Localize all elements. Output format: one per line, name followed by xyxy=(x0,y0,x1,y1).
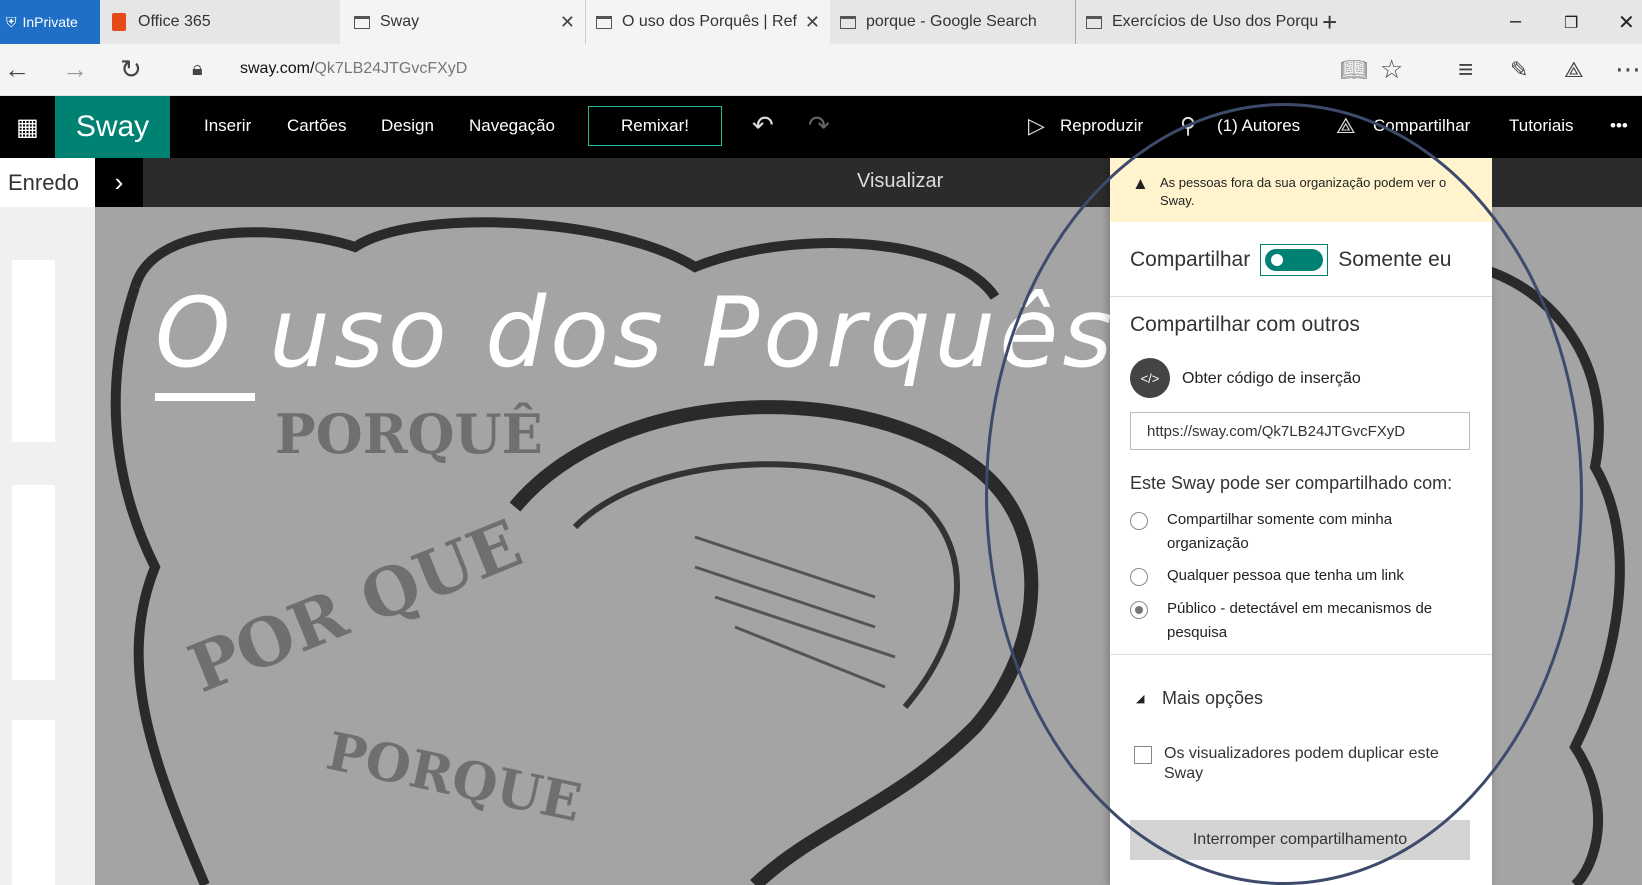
divider xyxy=(1110,654,1492,655)
radio-organization-label[interactable]: Compartilhar somente com minha organizaç… xyxy=(1167,508,1457,556)
page-icon xyxy=(1086,15,1102,29)
title-underline xyxy=(155,393,255,401)
favorite-star-icon[interactable]: ☆ xyxy=(1380,54,1403,85)
menu-cartoes[interactable]: Cartões xyxy=(287,116,347,136)
embed-code-link[interactable]: Obter código de inserção xyxy=(1182,370,1361,388)
sway-title[interactable]: O uso dos Porquês xyxy=(155,277,1116,389)
stop-sharing-button[interactable]: Interromper compartilhamento xyxy=(1130,820,1470,860)
preview-label: Visualizar xyxy=(857,170,944,192)
radio-public[interactable] xyxy=(1130,601,1148,619)
tutorials-button[interactable]: Tutoriais xyxy=(1509,116,1574,136)
radio-organization[interactable] xyxy=(1130,512,1148,530)
sway-brand[interactable]: Sway xyxy=(55,96,170,158)
external-share-warning: ▲ As pessoas fora da sua organização pod… xyxy=(1110,158,1492,222)
restore-icon[interactable]: ❐ xyxy=(1564,13,1578,33)
divider xyxy=(1110,296,1492,297)
browser-tab-bar: ⛨ InPrivate Office 365 Sway ✕ O uso dos … xyxy=(0,0,1642,44)
inprivate-icon: ⛨ xyxy=(6,13,17,30)
more-options-toggle[interactable]: Mais opções xyxy=(1162,688,1263,709)
menu-design[interactable]: Design xyxy=(381,116,434,136)
back-icon[interactable]: ← xyxy=(4,54,30,85)
close-tab-icon[interactable]: ✕ xyxy=(804,12,820,33)
hub-icon[interactable]: ≡ xyxy=(1458,54,1473,85)
share-label: Compartilhar xyxy=(1130,248,1251,271)
word-porque-acento: PORQUÊ xyxy=(275,402,543,466)
duplicate-checkbox[interactable] xyxy=(1134,746,1152,764)
menu-inserir[interactable]: Inserir xyxy=(204,116,251,136)
storyline-card[interactable] xyxy=(12,260,55,442)
tab-label: porque - Google Search xyxy=(866,13,1037,30)
expand-triangle-icon[interactable]: ◢ xyxy=(1136,692,1144,705)
close-window-icon[interactable]: ✕ xyxy=(1618,10,1635,35)
storyline-panel xyxy=(0,207,95,885)
forward-icon[interactable]: → xyxy=(62,54,88,85)
new-tab-button[interactable]: + xyxy=(1322,0,1362,44)
storyline-card[interactable] xyxy=(12,485,55,680)
redo-icon[interactable]: ↷ xyxy=(808,110,830,141)
page-icon xyxy=(840,15,856,29)
tab-sway[interactable]: Sway ✕ xyxy=(340,0,585,44)
tab-label: O uso dos Porquês | Ref xyxy=(622,13,797,30)
more-icon[interactable]: ⋯ xyxy=(1615,54,1641,85)
menu-navegacao[interactable]: Navegação xyxy=(469,116,555,136)
radio-anyone-with-link[interactable] xyxy=(1130,568,1148,586)
warning-icon: ▲ xyxy=(1132,174,1149,193)
radio-public-label[interactable]: Público - detectável em mecanismos de pe… xyxy=(1167,597,1457,645)
page-icon xyxy=(354,15,370,29)
storyline-card[interactable] xyxy=(12,720,55,885)
share-state: Somente eu xyxy=(1338,248,1452,271)
remix-button[interactable]: Remixar! xyxy=(588,106,722,146)
refresh-icon[interactable]: ↻ xyxy=(120,54,142,85)
tab-office-365[interactable]: Office 365 xyxy=(100,0,340,44)
authors-icon[interactable]: ⚲ xyxy=(1180,113,1196,139)
permission-title: Este Sway pode ser compartilhado com: xyxy=(1130,473,1453,493)
new-tab-icon: + xyxy=(1322,6,1338,37)
share-panel: ▲ As pessoas fora da sua organização pod… xyxy=(1110,158,1492,885)
share-icon[interactable]: ⟁ xyxy=(1336,113,1356,139)
office-logo-icon xyxy=(112,13,126,31)
tab-label: Sway xyxy=(380,13,420,30)
share-icon[interactable]: ⟁ xyxy=(1564,57,1584,83)
url-domain: sway.com/ xyxy=(240,60,315,77)
web-note-icon[interactable]: ✎ xyxy=(1510,57,1528,83)
play-button[interactable]: Reproduzir xyxy=(1060,116,1143,136)
url-path: Qk7LB24JTGvcFXyD xyxy=(314,60,468,77)
storyline-tab[interactable]: Enredo xyxy=(0,158,95,207)
tab-exercicios[interactable]: Exercícios de Uso dos Porqu xyxy=(1075,0,1320,44)
share-toggle-row: Compartilhar Somente eu xyxy=(1130,244,1451,276)
tab-o-uso-dos-porques[interactable]: O uso dos Porquês | Ref ✕ xyxy=(585,0,830,44)
close-tab-icon[interactable]: ✕ xyxy=(560,12,575,33)
more-options-icon[interactable]: ••• xyxy=(1610,116,1628,136)
tab-google-search[interactable]: porque - Google Search xyxy=(830,0,1075,44)
page-icon xyxy=(596,15,612,29)
inprivate-label: InPrivate xyxy=(22,14,78,30)
url-field[interactable]: sway.com/Qk7LB24JTGvcFXyD xyxy=(240,60,467,78)
minimize-icon[interactable]: – xyxy=(1510,10,1521,33)
share-link-field[interactable]: https://sway.com/Qk7LB24JTGvcFXyD xyxy=(1130,412,1470,450)
reading-view-icon[interactable]: 📖︎ xyxy=(1340,57,1368,83)
authors-button[interactable]: (1) Autores xyxy=(1217,116,1300,136)
share-with-others-title: Compartilhar com outros xyxy=(1130,313,1360,336)
warning-text: As pessoas fora da sua organização podem… xyxy=(1160,175,1447,208)
embed-code-icon[interactable]: </> xyxy=(1130,358,1170,398)
undo-icon[interactable]: ↶ xyxy=(752,110,774,141)
sway-app-bar: ▦ Sway Inserir Cartões Design Navegação … xyxy=(0,96,1642,158)
address-bar: ← → ↻ 🔒︎ sway.com/Qk7LB24JTGvcFXyD 📖︎ ☆ … xyxy=(0,44,1642,96)
chevron-right-icon[interactable]: › xyxy=(95,158,143,207)
lock-icon: 🔒︎ xyxy=(192,58,203,80)
radio-anyone-with-link-label[interactable]: Qualquer pessoa que tenha um link xyxy=(1167,564,1457,588)
play-icon[interactable]: ▷ xyxy=(1028,113,1045,139)
share-toggle[interactable] xyxy=(1260,244,1329,276)
tab-label: Exercícios de Uso dos Porqu xyxy=(1112,13,1319,30)
app-launcher-icon[interactable]: ▦ xyxy=(0,96,55,158)
inprivate-badge: ⛨ InPrivate xyxy=(0,0,100,44)
tab-label: Office 365 xyxy=(138,13,211,30)
duplicate-checkbox-label[interactable]: Os visualizadores podem duplicar este Sw… xyxy=(1164,744,1474,784)
share-button[interactable]: Compartilhar xyxy=(1373,116,1470,136)
